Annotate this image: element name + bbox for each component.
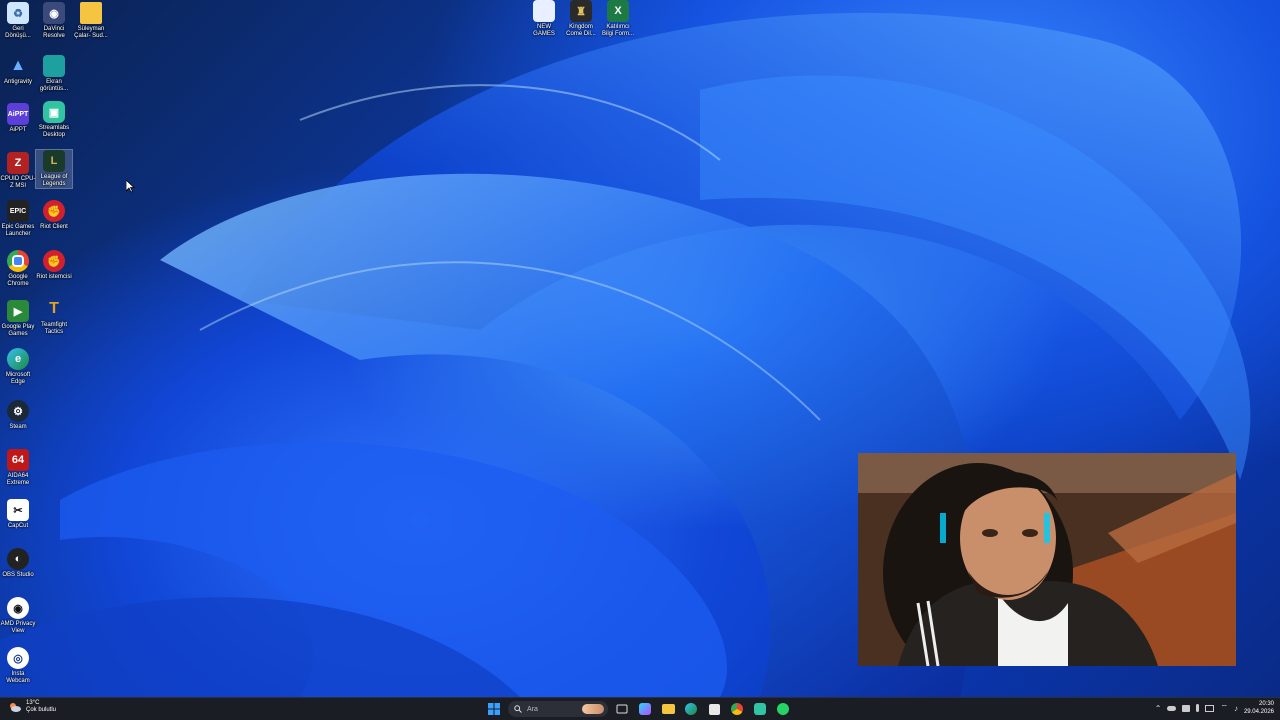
edge-icon: e (7, 348, 29, 370)
clock-date: 29.04.2026 (1243, 709, 1274, 715)
desktop-icon-amd-privacy[interactable]: ◉ AMD Privacy View (0, 597, 36, 635)
steam-icon: ⚙ (7, 400, 29, 422)
desktop-icon-cpuz[interactable]: Z CPUID CPU-Z MSI (0, 152, 36, 190)
aippt-icon: AiPPT (7, 103, 29, 125)
desktop-icon-riot-client[interactable]: ✊ Riot Client (36, 200, 72, 231)
obs-icon: ◐ (7, 548, 29, 570)
folder-icon (661, 704, 675, 714)
desktop-icon-steam[interactable]: ⚙ Steam (0, 400, 36, 431)
taskbar-app-whatsapp[interactable] (774, 700, 792, 718)
weather-widget[interactable]: 13°C Çok bulutlu (8, 700, 56, 714)
riot-icon: ✊ (43, 200, 65, 222)
folder-icon (80, 2, 102, 24)
desktop-icon-webcam[interactable]: ◎ Insta Webcam (0, 647, 36, 685)
whatsapp-icon (777, 703, 789, 715)
desktop-icon-obs[interactable]: ◐ OBS Studio (0, 548, 36, 579)
store-icon (708, 703, 720, 715)
system-tray: ⌃ ⌔ ♪ 20:30 29.04.2026 (1155, 700, 1274, 716)
weather-temp: 13°C (26, 700, 40, 706)
desktop-icon-antigravity[interactable]: ▲ Antigravity (0, 55, 36, 86)
folder-tray-icon[interactable] (1182, 704, 1191, 712)
recycle-bin-icon: ♻ (7, 2, 29, 24)
desktop-icon-tft[interactable]: T Teamfight Tactics (36, 298, 72, 336)
play-games-icon: ▶ (7, 300, 29, 322)
taskbar-app-store[interactable] (705, 700, 723, 718)
weather-description: Çok bulutlu (26, 707, 57, 713)
chrome-icon (731, 703, 743, 715)
antigravity-icon: ▲ (10, 57, 26, 74)
cloud-sync-icon[interactable] (1167, 705, 1177, 711)
streamlabs-icon (754, 703, 766, 715)
desktop-icon-recycle-bin[interactable]: ♻ Geri Dönüşü... (0, 2, 36, 40)
desktop-icon-kingdom[interactable]: ♜ Kingdom Come Dil... (563, 0, 599, 38)
desktop-icon-edge[interactable]: e Microsoft Edge (0, 348, 36, 386)
new-games-icon (533, 0, 555, 22)
start-button[interactable] (485, 700, 503, 718)
chevron-up-icon[interactable]: ⌃ (1155, 704, 1162, 713)
desktop-icon-play-games[interactable]: ▶ Google Play Games (0, 300, 36, 338)
task-view-icon (616, 704, 628, 714)
desktop-icon-folder[interactable]: Süleyman Çalar- Sud... (73, 2, 109, 40)
microphone-icon[interactable] (1196, 704, 1200, 712)
mouse-cursor-icon (126, 180, 135, 193)
aida64-icon: 64 (7, 449, 29, 471)
clock[interactable]: 20:30 29.04.2026 (1244, 700, 1274, 716)
task-view-button[interactable] (613, 700, 631, 718)
volume-icon[interactable]: ♪ (1234, 704, 1238, 713)
desktop-wallpaper: ♻ Geri Dönüşü... ◉ DaVinci Resolve Süley… (0, 0, 1280, 697)
desktop-icon-screenshot[interactable]: Ekran görüntüs... (36, 55, 72, 93)
desktop-icon-league[interactable]: L League of Legends (35, 149, 73, 189)
taskbar-app-chrome[interactable] (728, 700, 746, 718)
taskbar-app-edge[interactable] (682, 700, 700, 718)
streamlabs-icon: ▣ (43, 101, 65, 123)
desktop-icon-streamlabs[interactable]: ▣ Streamlabs Desktop (36, 101, 72, 139)
webcam-icon: ◎ (7, 647, 29, 669)
search-icon (514, 705, 522, 713)
taskbar-search[interactable]: Ara (508, 701, 608, 717)
cpuz-icon: Z (7, 152, 29, 174)
excel-icon: X (607, 0, 629, 22)
desktop-icon-excel[interactable]: X Katılımcı Bilgi Form... (600, 0, 636, 38)
taskbar-app-explorer[interactable] (659, 700, 677, 718)
copilot-icon (639, 703, 651, 715)
davinci-icon: ◉ (43, 2, 65, 24)
capcut-icon: ✂ (7, 499, 29, 521)
desktop-icon-capcut[interactable]: ✂ CapCut (0, 499, 36, 530)
tft-icon: T (49, 300, 59, 317)
network-icon[interactable]: ⌔ (1220, 703, 1228, 713)
desktop-icon-aippt[interactable]: AiPPT AiPPT (0, 103, 36, 134)
taskbar-center: Ara (485, 700, 792, 718)
desktop-icon-chrome[interactable]: Google Chrome (0, 250, 36, 288)
taskbar: 13°C Çok bulutlu Ara ⌃ ⌔ ♪ 20:30 29.04.2… (0, 697, 1280, 720)
desktop-icon-new-games[interactable]: NEW GAMES (526, 0, 562, 38)
clock-time: 20:30 (1258, 701, 1274, 707)
taskbar-app-streamlabs[interactable] (751, 700, 769, 718)
edge-icon (685, 703, 697, 715)
desktop-icon-aida64[interactable]: 64 AIDA64 Extreme (0, 449, 36, 487)
display-icon[interactable] (1205, 704, 1215, 712)
desktop-icon-riot-istemcisi[interactable]: ✊ Riot istemcisi (36, 250, 72, 281)
epic-icon: EPIC (7, 200, 29, 222)
search-highlight-icon (582, 704, 604, 714)
kingdom-icon: ♜ (570, 0, 592, 22)
desktop-icon-davinci[interactable]: ◉ DaVinci Resolve (36, 2, 72, 40)
desktop-icon-epic[interactable]: EPIC Epic Games Launcher (0, 200, 36, 238)
taskbar-app-copilot[interactable] (636, 700, 654, 718)
amd-privacy-icon: ◉ (7, 597, 29, 619)
screenshot-icon (43, 55, 65, 77)
cloud-weather-icon (10, 703, 21, 712)
league-icon: L (43, 150, 65, 172)
webcam-overlay (858, 453, 1236, 666)
search-placeholder: Ara (527, 705, 538, 713)
chrome-icon (7, 250, 29, 272)
webcam-person-image (858, 453, 1236, 666)
riot-icon: ✊ (43, 250, 65, 272)
windows-logo-icon (488, 703, 500, 715)
